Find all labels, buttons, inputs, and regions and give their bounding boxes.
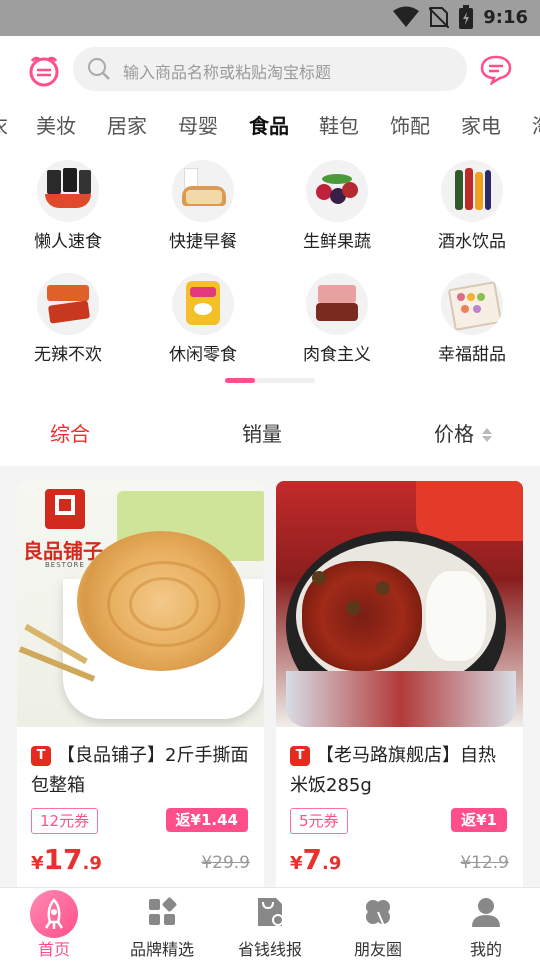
subcategory-pager bbox=[225, 378, 315, 383]
instant-food-icon bbox=[37, 160, 99, 222]
user-icon bbox=[472, 898, 500, 927]
rebate-badge: 返¥1.44 bbox=[165, 808, 248, 832]
brand-logo-icon bbox=[45, 489, 85, 529]
tab-label: 首页 bbox=[37, 940, 70, 959]
rocket-icon bbox=[30, 890, 78, 938]
category-tab[interactable]: 衣 bbox=[0, 110, 8, 139]
status-time: 9:16 bbox=[483, 6, 528, 28]
sort-arrows-icon bbox=[482, 428, 493, 442]
search-bar[interactable]: 输入商品名称或粘贴淘宝标题 bbox=[73, 47, 467, 91]
meat-icon bbox=[306, 273, 368, 335]
subcategory-item[interactable]: 无辣不欢 bbox=[18, 273, 118, 365]
drinks-icon bbox=[441, 160, 503, 222]
brand-sub: BESTORE bbox=[45, 561, 85, 569]
original-price: ¥29.9 bbox=[201, 853, 250, 873]
sort-comprehensive[interactable]: 综合 bbox=[50, 418, 90, 447]
status-bar: 9:16 bbox=[0, 0, 540, 36]
product-image bbox=[276, 481, 523, 727]
category-tabs: 衣 美妆 居家 母婴 食品 鞋包 饰配 家电 淘 bbox=[0, 110, 540, 140]
subcategory-label: 生鲜果蔬 bbox=[303, 232, 371, 252]
category-tab[interactable]: 美妆 bbox=[36, 110, 76, 139]
category-tab[interactable]: 家电 bbox=[461, 110, 501, 139]
document-icon bbox=[258, 898, 284, 926]
subcategory-item[interactable]: 生鲜果蔬 bbox=[287, 160, 387, 252]
coupon-badge[interactable]: 5元券 bbox=[290, 808, 348, 834]
product-image: 良品铺子 BESTORE bbox=[17, 481, 264, 727]
category-tab[interactable]: 鞋包 bbox=[319, 110, 359, 139]
subcategory-item[interactable]: 肉食主义 bbox=[287, 273, 387, 365]
product-price: ¥7.9 bbox=[290, 843, 342, 876]
tab-label: 省钱线报 bbox=[237, 940, 302, 959]
tab-moments[interactable]: 朋友圈 bbox=[324, 888, 432, 961]
tab-home[interactable]: 首页 bbox=[0, 888, 108, 961]
no-sim-icon bbox=[429, 7, 450, 28]
berries-icon bbox=[306, 160, 368, 222]
tab-label: 我的 bbox=[469, 940, 502, 959]
product-card[interactable]: 良品铺子 BESTORE T 【良品铺子】2斤手撕面包整箱 12元券 返¥1.44… bbox=[17, 481, 264, 901]
tmall-badge-icon: T bbox=[290, 746, 310, 766]
spicy-snack-icon bbox=[37, 273, 99, 335]
tab-deals[interactable]: 省钱线报 bbox=[216, 888, 324, 961]
search-icon bbox=[88, 58, 110, 80]
search-row: 输入商品名称或粘贴淘宝标题 bbox=[0, 47, 540, 93]
search-placeholder: 输入商品名称或粘贴淘宝标题 bbox=[123, 63, 332, 82]
battery-icon bbox=[459, 5, 474, 29]
tab-mine[interactable]: 我的 bbox=[432, 888, 540, 961]
original-price: ¥12.9 bbox=[460, 853, 509, 873]
subcategory-label: 肉食主义 bbox=[303, 345, 371, 365]
product-card[interactable]: T 【老马路旗舰店】自热米饭285g 5元券 返¥1 ¥7.9 ¥12.9 bbox=[276, 481, 523, 901]
subcategory-item[interactable]: 休闲零食 bbox=[153, 273, 253, 365]
tab-label: 朋友圈 bbox=[353, 940, 402, 959]
bread-icon bbox=[172, 160, 234, 222]
subcategory-item[interactable]: 幸福甜品 bbox=[422, 273, 522, 365]
sort-bar: 综合 销量 价格 bbox=[0, 418, 540, 448]
message-icon[interactable] bbox=[480, 55, 512, 85]
subcategory-item[interactable]: 酒水饮品 bbox=[422, 160, 522, 252]
subcategory-label: 懒人速食 bbox=[34, 232, 102, 252]
header-section: 输入商品名称或粘贴淘宝标题 衣 美妆 居家 母婴 食品 鞋包 饰配 家电 淘 懒… bbox=[0, 36, 540, 466]
subcategory-item[interactable]: 快捷早餐 bbox=[153, 160, 253, 252]
tab-brand[interactable]: 品牌精选 bbox=[108, 888, 216, 961]
category-tab[interactable]: 饰配 bbox=[390, 110, 430, 139]
subcategory-item[interactable]: 懒人速食 bbox=[18, 160, 118, 252]
bottom-tab-bar: 首页 品牌精选 省钱线报 朋友圈 我的 bbox=[0, 887, 540, 961]
dessert-icon bbox=[441, 273, 503, 335]
product-title: T 【良品铺子】2斤手撕面包整箱 bbox=[31, 745, 249, 796]
grid-icon bbox=[149, 897, 177, 925]
sort-price[interactable]: 价格 bbox=[434, 418, 493, 447]
tab-label: 品牌精选 bbox=[129, 940, 194, 959]
sort-sales[interactable]: 销量 bbox=[242, 418, 282, 447]
category-tab-active[interactable]: 食品 bbox=[249, 110, 289, 139]
category-tab[interactable]: 母婴 bbox=[178, 110, 218, 139]
subcategory-label: 快捷早餐 bbox=[169, 232, 237, 252]
rebate-badge: 返¥1 bbox=[451, 808, 507, 832]
snack-bag-icon bbox=[172, 273, 234, 335]
subcategory-label: 休闲零食 bbox=[169, 345, 237, 365]
coupon-badge[interactable]: 12元券 bbox=[31, 808, 99, 834]
subcategory-label: 幸福甜品 bbox=[438, 345, 506, 365]
clover-icon bbox=[366, 900, 390, 927]
category-tab[interactable]: 淘 bbox=[532, 110, 540, 139]
subcategory-label: 无辣不欢 bbox=[34, 345, 102, 365]
category-tab[interactable]: 居家 bbox=[107, 110, 147, 139]
product-price: ¥17.9 bbox=[31, 843, 102, 876]
product-title: T 【老马路旗舰店】自热米饭285g bbox=[290, 745, 496, 796]
subcategory-label: 酒水饮品 bbox=[438, 232, 506, 252]
brand-name: 良品铺子 bbox=[23, 539, 103, 563]
app-logo-icon[interactable] bbox=[26, 53, 62, 89]
tmall-badge-icon: T bbox=[31, 746, 51, 766]
wifi-icon bbox=[393, 6, 420, 27]
